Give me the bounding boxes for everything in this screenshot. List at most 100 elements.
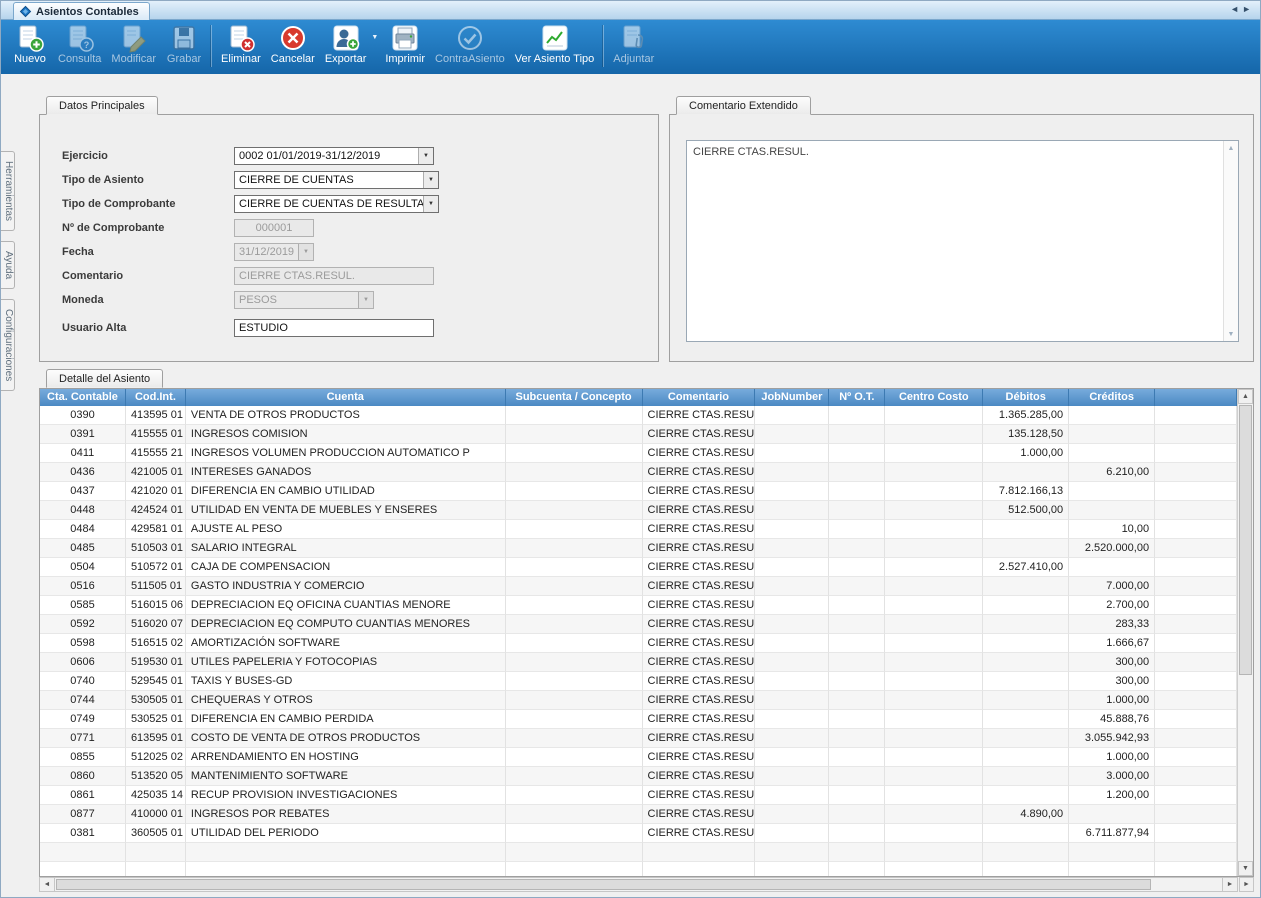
table-row[interactable]: 0771 613595 01 COSTO DE VENTA DE OTROS PRO…	[40, 729, 1238, 748]
toolbar-button-cancelar[interactable]: Cancelar	[266, 22, 320, 65]
ejercicio-select[interactable]: 0002 01/01/2019-31/12/2019 ▼	[234, 147, 434, 165]
scroll-down-icon[interactable]: ▼	[1238, 861, 1253, 876]
scroll-right-icon[interactable]: ►	[1239, 877, 1254, 892]
scroll-right-icon[interactable]: ►	[1222, 878, 1237, 891]
comentario-extendido-textarea[interactable]: CIERRE CTAS.RESUL. ▲ ▼	[686, 140, 1239, 342]
column-header[interactable]: Subcuenta / Concepto	[506, 389, 643, 406]
column-header[interactable]: Nº O.T.	[829, 389, 886, 406]
table-cell	[829, 691, 886, 710]
table-row[interactable]: 0861 425035 14 RECUP PROVISION INVESTIGACI…	[40, 786, 1238, 805]
title-bar: Asientos Contables ◄►	[1, 1, 1260, 20]
window-nav-arrows[interactable]: ◄►	[1230, 4, 1254, 14]
table-row[interactable]: 0516 511505 01 GASTO INDUSTRIA Y COMERCIO C…	[40, 577, 1238, 596]
table-cell	[755, 520, 830, 539]
toolbar-button-ver-asiento-tipo[interactable]: Ver Asiento Tipo	[510, 22, 600, 65]
column-header[interactable]: Comentario	[643, 389, 756, 406]
table-row[interactable]: 0411 415555 21 INGRESOS VOLUMEN PRODUCCION…	[40, 444, 1238, 463]
table-cell	[885, 748, 984, 767]
table-cell	[983, 520, 1070, 539]
vertical-scroll-thumb[interactable]	[1239, 405, 1252, 675]
column-header[interactable]: Cuenta	[186, 389, 506, 406]
toolbar-button-imprimir[interactable]: Imprimir	[380, 22, 430, 65]
toolbar-label: ContraAsiento	[435, 53, 505, 65]
scroll-up-icon[interactable]: ▲	[1238, 389, 1253, 404]
table-cell	[505, 767, 643, 786]
table-row[interactable]: 0448 424524 01 UTILIDAD EN VENTA DE MUEBLE…	[40, 501, 1238, 520]
table-row[interactable]: 0391 415555 01 INGRESOS COMISION CIERRE CTA…	[40, 425, 1238, 444]
sidebar-item-ayuda[interactable]: Ayuda	[1, 241, 15, 290]
table-cell: 516515 02	[125, 634, 186, 653]
table-cell	[1069, 444, 1156, 463]
usuario-alta-input[interactable]: ESTUDIO	[234, 319, 434, 337]
scroll-left-icon[interactable]: ◄	[40, 878, 55, 891]
table-cell: 511505 01	[125, 577, 186, 596]
table-row[interactable]: 0877 410000 01 INGRESOS POR REBATES CIERRE …	[40, 805, 1238, 824]
scroll-up-icon[interactable]: ▲	[1224, 141, 1238, 155]
table-cell	[505, 615, 643, 634]
column-header[interactable]: Cta. Contable	[40, 389, 126, 406]
toolbar-button-eliminar[interactable]: Eliminar	[216, 22, 266, 65]
column-header[interactable]: Débitos	[983, 389, 1070, 406]
table-row[interactable]: 0855 512025 02 ARRENDAMIENTO EN HOSTING CIE…	[40, 748, 1238, 767]
table-row[interactable]	[40, 843, 1238, 862]
table-cell	[829, 520, 886, 539]
column-header[interactable]: JobNumber	[755, 389, 830, 406]
tab-comentario-extendido[interactable]: Comentario Extendido	[676, 96, 811, 115]
table-cell	[829, 596, 886, 615]
toolbar-button-exportar[interactable]: Exportar	[320, 22, 372, 65]
table-row[interactable]: 0437 421020 01 DIFERENCIA EN CAMBIO UTILID…	[40, 482, 1238, 501]
tab-datos-principales[interactable]: Datos Principales	[46, 96, 158, 115]
table-cell	[755, 805, 830, 824]
toolbar-button-nuevo[interactable]: Nuevo	[7, 22, 53, 65]
sidebar-item-configuraciones[interactable]: Configuraciones	[1, 299, 15, 392]
table-row[interactable]: 0390 413595 01 VENTA DE OTROS PRODUCTOS CIE…	[40, 406, 1238, 425]
comentario-scrollbar[interactable]: ▲ ▼	[1223, 141, 1238, 341]
toolbar-label: Exportar	[324, 53, 367, 65]
table-row[interactable]: 0436 421005 01 INTERESES GANADOS CIERRE CTA…	[40, 463, 1238, 482]
table-cell: 1.000,00	[1069, 748, 1156, 767]
table-row[interactable]: 0485 510503 01 SALARIO INTEGRAL CIERRE CTAS…	[40, 539, 1238, 558]
column-header[interactable]: Centro Costo	[885, 389, 984, 406]
table-row[interactable]: 0860 513520 05 MANTENIMIENTO SOFTWARE CIERR…	[40, 767, 1238, 786]
moneda-select: PESOS ▼	[234, 291, 374, 309]
horizontal-scroll-thumb[interactable]	[56, 879, 1151, 890]
toolbar-separator	[211, 25, 213, 67]
table-row[interactable]: 0484 429581 01 AJUSTE AL PESO CIERRE CTAS.R…	[40, 520, 1238, 539]
table-vertical-scrollbar[interactable]: ▲ ▼	[1237, 389, 1253, 876]
tab-detalle-del-asiento[interactable]: Detalle del Asiento	[46, 369, 164, 388]
exportar-dropdown-arrow[interactable]: ▼	[371, 34, 378, 41]
table-row[interactable]: 0598 516515 02 AMORTIZACIÓN SOFTWARE CIERRE…	[40, 634, 1238, 653]
table-row[interactable]: 0592 516020 07 DEPRECIACION EQ COMPUTO CUA…	[40, 615, 1238, 634]
column-header[interactable]: Créditos	[1069, 389, 1156, 406]
table-cell: 0598	[40, 634, 126, 653]
table-row[interactable]: 0749 530525 01 DIFERENCIA EN CAMBIO PERDID…	[40, 710, 1238, 729]
table-horizontal-scrollbar[interactable]: ◄ ►	[39, 877, 1238, 892]
table-row[interactable]	[40, 862, 1238, 876]
toolbar-button-consulta[interactable]: ? Consulta	[53, 22, 106, 65]
app-tab[interactable]: Asientos Contables	[13, 2, 150, 20]
table-cell	[1155, 729, 1238, 748]
column-header[interactable]: Cod.Int.	[126, 389, 186, 406]
fecha-value: 31/12/2019	[239, 246, 295, 258]
table-cell	[755, 767, 830, 786]
table-row[interactable]: 0606 519530 01 UTILES PAPELERIA Y FOTOCOPI…	[40, 653, 1238, 672]
toolbar-button-grabar[interactable]: Grabar	[161, 22, 207, 65]
table-row[interactable]: 0381 360505 01 UTILIDAD DEL PERIODO CIERRE …	[40, 824, 1238, 843]
table-cell: DIFERENCIA EN CAMBIO UTILIDAD	[185, 482, 506, 501]
sidebar-item-herramientas[interactable]: Herramientas	[1, 151, 15, 232]
scroll-down-icon[interactable]: ▼	[1224, 327, 1238, 341]
tipo-asiento-select[interactable]: CIERRE DE CUENTAS ▼	[234, 171, 439, 189]
toolbar-button-contraasiento[interactable]: ContraAsiento	[430, 22, 510, 65]
table-row[interactable]: 0585 516015 06 DEPRECIACION EQ OFICINA CUA…	[40, 596, 1238, 615]
toolbar-button-adjuntar[interactable]: Adjuntar	[608, 22, 659, 65]
toolbar-button-modificar[interactable]: Modificar	[106, 22, 161, 65]
tipo-comprobante-select[interactable]: CIERRE DE CUENTAS DE RESULTADOS ▼	[234, 195, 439, 213]
table-row[interactable]: 0744 530505 01 CHEQUERAS Y OTROS CIERRE CTA…	[40, 691, 1238, 710]
table-row[interactable]: 0740 529545 01 TAXIS Y BUSES-GD CIERRE CTAS…	[40, 672, 1238, 691]
table-row[interactable]: 0504 510572 01 CAJA DE COMPENSACION CIERRE …	[40, 558, 1238, 577]
table-cell	[1155, 406, 1238, 425]
table-cell	[1069, 406, 1156, 425]
table-cell	[755, 862, 830, 876]
column-header[interactable]	[1155, 389, 1238, 406]
table-cell	[505, 748, 643, 767]
